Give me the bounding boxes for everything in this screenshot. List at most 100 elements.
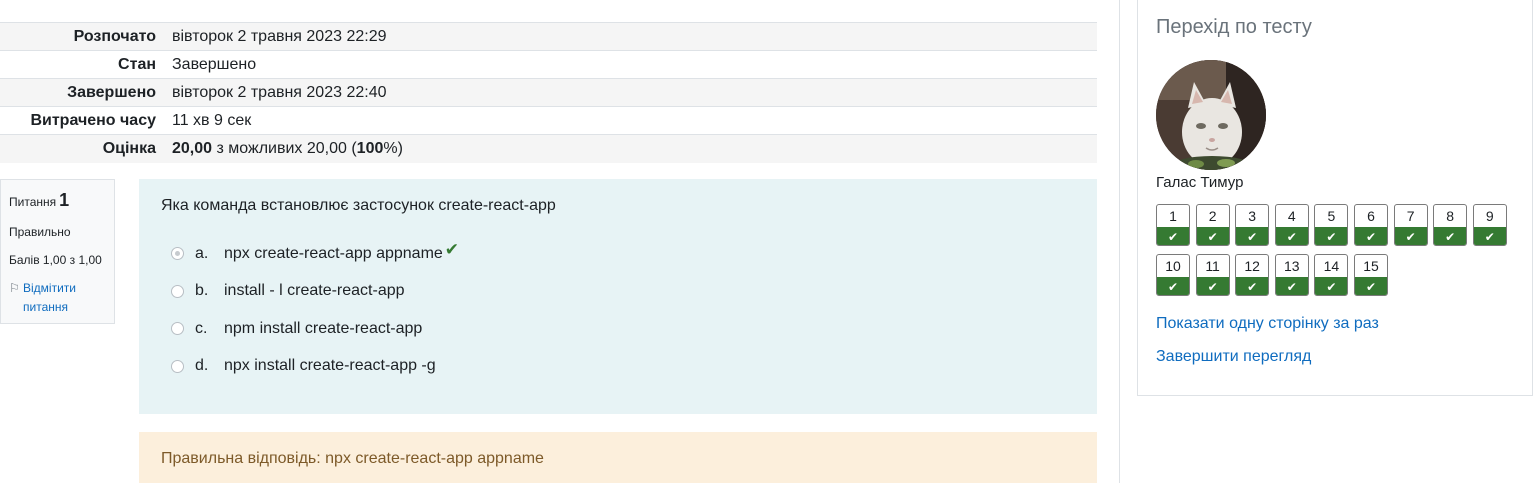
quiz-nav-question-button[interactable]: 12 ✔ xyxy=(1235,254,1270,296)
question-mark: Балів 1,00 з 1,00 xyxy=(9,253,102,267)
summary-value: вівторок 2 травня 2023 22:29 xyxy=(164,22,1097,51)
check-icon: ✔ xyxy=(1355,277,1387,295)
option-text: install - l create-react-app xyxy=(224,282,405,300)
option-letter: c. xyxy=(195,319,208,337)
question-button-number: 10 xyxy=(1165,258,1181,274)
answer-option-c: c. npm install create-react-app xyxy=(161,310,1075,348)
option-letter: d. xyxy=(195,357,209,375)
check-icon: ✔ xyxy=(1434,227,1467,245)
summary-label: Розпочато xyxy=(0,22,164,51)
quiz-nav-question-button[interactable]: 13 ✔ xyxy=(1274,254,1309,296)
correct-answer-feedback: Правильна відповідь: npx create-react-ap… xyxy=(139,432,1097,483)
summary-row-state: Стан Завершено xyxy=(0,50,1097,79)
answer-option-d: d. npx install create-react-app -g xyxy=(161,348,1075,386)
question-button-number: 14 xyxy=(1323,258,1340,274)
summary-value: вівторок 2 травня 2023 22:40 xyxy=(164,78,1097,107)
check-icon: ✔ xyxy=(1275,277,1308,295)
question-number-label: Питання xyxy=(9,195,57,209)
quiz-nav-question-button[interactable]: 4 ✔ xyxy=(1274,204,1309,246)
option-text: npx install create-react-app -g xyxy=(224,357,436,375)
question-button-number: 15 xyxy=(1363,258,1379,274)
quiz-nav-question-button[interactable]: 2 ✔ xyxy=(1195,204,1230,246)
quiz-nav-question-button[interactable]: 14 ✔ xyxy=(1314,254,1349,296)
question-button-number: 3 xyxy=(1248,208,1257,224)
user-name: Галас Тимур xyxy=(1156,174,1244,191)
quiz-nav-question-button[interactable]: 1 ✔ xyxy=(1156,204,1190,246)
question-button-number: 2 xyxy=(1208,208,1217,224)
check-icon: ✔ xyxy=(1315,227,1348,245)
answer-radio[interactable] xyxy=(171,247,184,261)
user-avatar xyxy=(1156,60,1266,170)
question-number-value: 1 xyxy=(59,190,70,210)
summary-value: Завершено xyxy=(164,50,1097,79)
quiz-nav-question-button[interactable]: 6 ✔ xyxy=(1354,204,1388,246)
question-text: Яка команда встановлює застосунок create… xyxy=(161,197,556,214)
grade-value: 20,00 xyxy=(172,139,213,157)
summary-label: Витрачено часу xyxy=(0,106,164,135)
question-button-number: 4 xyxy=(1287,208,1296,224)
show-one-page-link[interactable]: Показати одну сторінку за раз xyxy=(1156,315,1379,333)
question-button-number: 5 xyxy=(1327,208,1336,224)
quiz-nav-question-button[interactable]: 15 ✔ xyxy=(1354,254,1388,296)
check-icon: ✔ xyxy=(1196,227,1229,245)
flag-question-label: Відмітити питання xyxy=(23,281,76,314)
question-state: Правильно xyxy=(9,225,71,239)
question-info: Питання 1 Правильно Балів 1,00 з 1,00 ⚐ В… xyxy=(0,179,115,324)
question-button-number: 7 xyxy=(1406,208,1415,224)
question-button-number: 9 xyxy=(1485,208,1494,224)
summary-row-started: Розпочато вівторок 2 травня 2023 22:29 xyxy=(0,22,1097,51)
summary-label: Оцінка xyxy=(0,134,164,163)
check-icon: ✔ xyxy=(1157,227,1189,245)
question-button-number: 13 xyxy=(1284,258,1300,274)
answer-radio[interactable] xyxy=(171,322,184,336)
check-icon: ✔ xyxy=(1157,277,1189,295)
grade-out-of: з можливих 20,00 ( xyxy=(216,139,357,157)
summary-row-completed: Завершено вівторок 2 травня 2023 22:40 xyxy=(0,78,1097,107)
answer-option-a: a. npx create-react-app appname ✔ xyxy=(161,235,1075,273)
avatar-image xyxy=(1156,60,1266,170)
finish-review-link[interactable]: Завершити перегляд xyxy=(1156,348,1311,366)
quiz-nav-question-button[interactable]: 11 ✔ xyxy=(1195,254,1230,296)
option-letter: a. xyxy=(195,244,209,262)
check-icon: ✔ xyxy=(1355,227,1387,245)
question-button-number: 6 xyxy=(1367,208,1375,224)
quiz-navigation-block: Перехід по тесту Галас Тимур 1 ✔ 2 ✔ 3 ✔ 4 ✔ 5 ✔ 6… xyxy=(1137,0,1533,396)
check-icon: ✔ xyxy=(1275,227,1308,245)
check-icon: ✔ xyxy=(1473,227,1506,245)
attempt-summary-table: Розпочато вівторок 2 травня 2023 22:29 С… xyxy=(0,22,1097,163)
summary-row-time-taken: Витрачено часу 11 хв 9 сек xyxy=(0,106,1097,135)
answer-radio[interactable] xyxy=(171,359,184,373)
question-button-number: 8 xyxy=(1446,208,1455,224)
check-icon: ✔ xyxy=(1394,227,1427,245)
summary-row-grade: Оцінка 20,00 з можливих 20,00 (100%) xyxy=(0,134,1097,163)
question-button-number: 1 xyxy=(1169,208,1177,224)
check-icon: ✔ xyxy=(1236,227,1269,245)
option-letter: b. xyxy=(195,282,209,300)
quiz-nav-question-button[interactable]: 5 ✔ xyxy=(1314,204,1349,246)
summary-value: 20,00 з можливих 20,00 (100%) xyxy=(164,134,1097,163)
quiz-nav-question-button[interactable]: 10 ✔ xyxy=(1156,254,1190,296)
summary-value: 11 хв 9 сек xyxy=(164,106,1097,135)
flag-question-link[interactable]: ⚐ Відмітити питання xyxy=(9,279,106,317)
flag-icon: ⚐ xyxy=(9,281,20,295)
question-content: Яка команда встановлює застосунок create… xyxy=(139,179,1097,414)
quiz-nav-question-button[interactable]: 9 ✔ xyxy=(1472,204,1507,246)
quiz-nav-question-button[interactable]: 8 ✔ xyxy=(1433,204,1468,246)
question-button-number: 11 xyxy=(1205,258,1220,274)
quiz-navigation-title: Перехід по тесту xyxy=(1156,16,1312,38)
summary-label: Завершено xyxy=(0,78,164,107)
check-icon: ✔ xyxy=(1315,277,1348,295)
column-divider xyxy=(1119,0,1120,483)
answer-radio[interactable] xyxy=(171,284,184,298)
question-number: Питання 1 xyxy=(9,190,106,211)
summary-label: Стан xyxy=(0,50,164,79)
grade-percent-suffix: %) xyxy=(383,139,403,157)
check-icon: ✔ xyxy=(1196,277,1229,295)
question-button-number: 12 xyxy=(1244,258,1260,274)
check-icon: ✔ xyxy=(1236,277,1269,295)
quiz-nav-question-button[interactable]: 3 ✔ xyxy=(1235,204,1270,246)
option-text: npx create-react-app appname xyxy=(224,244,443,262)
answer-option-b: b. install - l create-react-app xyxy=(161,273,1075,311)
feedback-text: Правильна відповідь: npx create-react-ap… xyxy=(161,450,544,467)
quiz-nav-question-button[interactable]: 7 ✔ xyxy=(1393,204,1428,246)
